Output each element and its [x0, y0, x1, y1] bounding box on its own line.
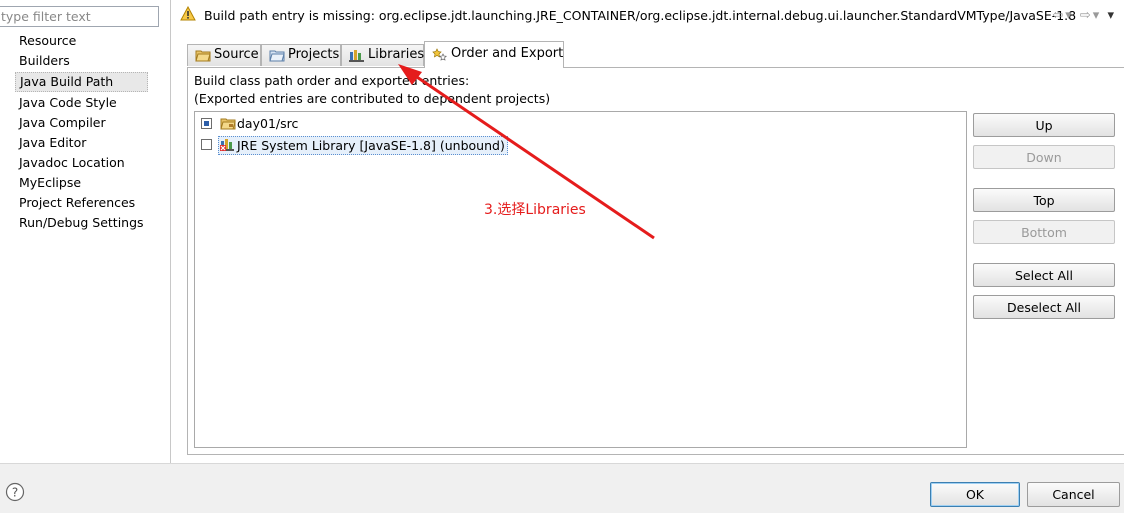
bottom-button[interactable]: Bottom: [973, 220, 1115, 244]
deselect-all-button[interactable]: Deselect All: [973, 295, 1115, 319]
nav-item-java-build-path[interactable]: Java Build Path: [15, 72, 148, 92]
entry-label: day01/src: [237, 116, 299, 131]
nav-list: Resource Builders Java Build Path Java C…: [15, 31, 148, 233]
dropdown-icon[interactable]: ▾: [1093, 8, 1102, 23]
ok-button[interactable]: OK: [930, 482, 1020, 507]
tab-projects[interactable]: Projects: [261, 44, 341, 66]
panel-description: Build class path order and exported entr…: [194, 72, 550, 108]
select-all-button[interactable]: Select All: [973, 263, 1115, 287]
up-button[interactable]: Up: [973, 113, 1115, 137]
annotation-text: 3.选择Libraries: [484, 202, 586, 218]
cancel-button[interactable]: Cancel: [1027, 482, 1120, 507]
back-arrow-icon[interactable]: ⇦: [1052, 8, 1065, 23]
tab-order-and-export-label: Order and Export: [451, 46, 564, 61]
down-button[interactable]: Down: [973, 145, 1115, 169]
dialog-footer: ? OK Cancel: [0, 463, 1124, 513]
tab-source-label: Source: [214, 47, 259, 62]
nav-item-java-code-style[interactable]: Java Code Style: [15, 93, 148, 113]
export-checkbox[interactable]: [201, 139, 212, 150]
tab-projects-label: Projects: [288, 47, 340, 62]
entry-label: JRE System Library [JavaSE-1.8] (unbound…: [218, 136, 508, 155]
top-button[interactable]: Top: [973, 188, 1115, 212]
nav-item-myeclipse[interactable]: MyEclipse: [15, 173, 148, 193]
nav-item-java-compiler[interactable]: Java Compiler: [15, 113, 148, 133]
svg-text:?: ?: [12, 486, 18, 500]
warning-icon: [180, 5, 196, 24]
menu-dropdown-icon[interactable]: ▾: [1107, 8, 1116, 23]
nav-item-resource[interactable]: Resource: [15, 31, 148, 51]
tab-libraries[interactable]: Libraries: [341, 44, 424, 66]
preferences-nav-pane: Resource Builders Java Build Path Java C…: [0, 0, 171, 463]
nav-item-project-references[interactable]: Project References: [15, 193, 148, 213]
order-export-icon: [432, 47, 448, 71]
nav-item-javadoc-location[interactable]: Javadoc Location: [15, 153, 148, 173]
jre-library-icon: [220, 138, 236, 158]
source-folder-icon: [195, 48, 211, 69]
nav-item-java-editor[interactable]: Java Editor: [15, 133, 148, 153]
tab-source[interactable]: Source: [187, 44, 261, 66]
libraries-icon: [349, 48, 365, 69]
tab-order-and-export[interactable]: Order and Export: [424, 41, 564, 68]
page-header: Build path entry is missing: org.eclipse…: [172, 0, 1124, 31]
nav-item-builders[interactable]: Builders: [15, 51, 148, 71]
nav-item-run-debug-settings[interactable]: Run/Debug Settings: [15, 213, 148, 233]
export-checkbox[interactable]: [201, 118, 212, 129]
forward-arrow-icon[interactable]: ⇨: [1080, 8, 1093, 23]
projects-icon: [269, 48, 285, 69]
panel-description-line2: (Exported entries are contributed to dep…: [194, 91, 551, 106]
dropdown-icon[interactable]: ▾: [1065, 8, 1074, 23]
filter-input[interactable]: [0, 6, 159, 27]
panel-description-line1: Build class path order and exported entr…: [194, 73, 470, 88]
tab-libraries-label: Libraries: [368, 47, 425, 62]
package-folder-icon: [220, 116, 236, 136]
classpath-entry-list[interactable]: day01/src JRE System Library [JavaSE-1.8…: [194, 111, 967, 448]
help-icon[interactable]: ?: [5, 482, 25, 505]
build-path-warning-message: Build path entry is missing: org.eclipse…: [204, 8, 1077, 23]
history-nav: ⇦▾ ⇨▾ ▾: [1052, 8, 1116, 23]
